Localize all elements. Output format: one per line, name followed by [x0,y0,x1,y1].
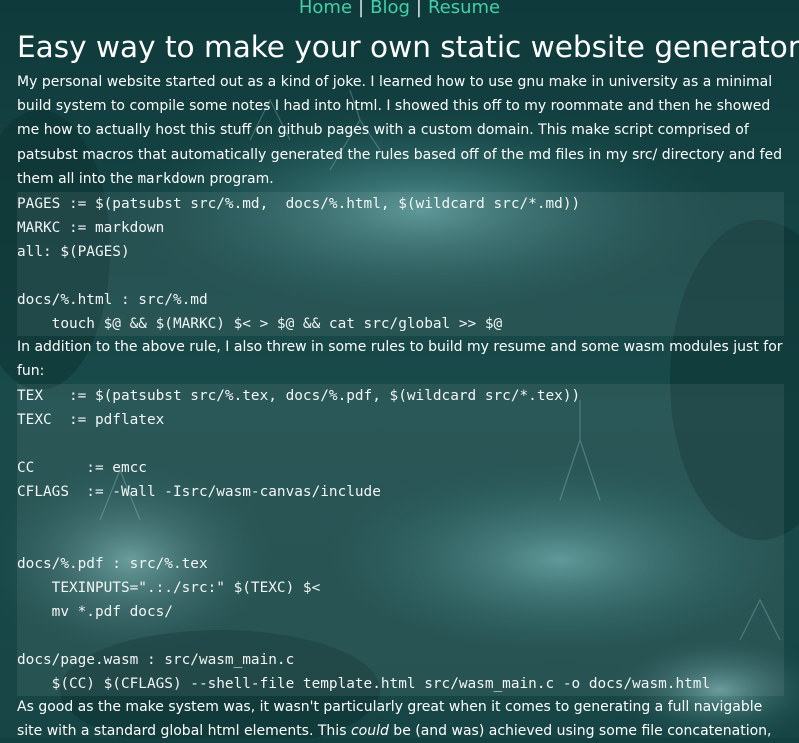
page-content: Home | Blog | Resume Easy way to make your o… [0,0,799,739]
nav-separator: | [415,0,422,18]
intro-text-end: program. [205,170,274,187]
closing-paragraph: As good as the make system was, it wasn'… [17,695,785,743]
additional-rules-paragraph: In addition to the above rule, I also th… [17,339,783,380]
emphasis-could: could [350,723,389,740]
nav-link-resume[interactable]: Resume [428,0,500,18]
markdown-program-name: markdown [137,170,206,187]
top-navigation: Home | Blog | Resume [0,0,799,18]
nav-link-blog[interactable]: Blog [370,0,410,18]
makefile-code-block-pages: PAGES := $(patsubst src/%.md, docs/%.htm… [17,192,784,336]
makefile-code-block-resume-wasm: TEX := $(patsubst src/%.tex, docs/%.pdf,… [17,384,784,696]
closing-text-end: be (and was) achieved using some file co… [388,723,772,740]
intro-text-start: My personal website started out as a kin… [17,74,783,187]
nav-link-home[interactable]: Home [299,0,352,18]
page-title: Easy way to make your own static website… [17,30,799,64]
intro-paragraph: My personal website started out as a kin… [17,70,785,191]
nav-separator: | [358,0,365,18]
